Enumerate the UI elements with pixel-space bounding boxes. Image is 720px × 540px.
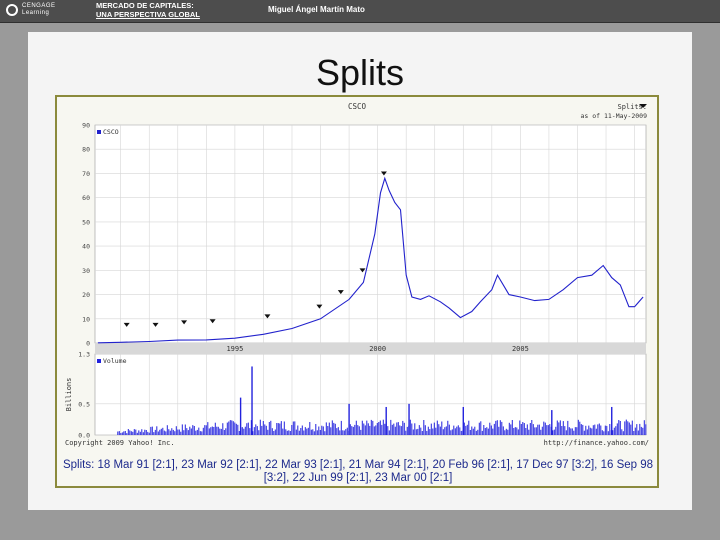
price-y-tick-label: 70	[82, 170, 90, 178]
price-y-tick-label: 20	[82, 291, 90, 299]
price-y-tick-label: 0	[86, 340, 90, 348]
source-url: http://finance.yahoo.com/	[544, 439, 649, 447]
x-tick-label: 1995	[226, 345, 243, 353]
slide-title: Splits	[315, 52, 405, 93]
splits-caption: Splits: 18 Mar 91 [2:1], 23 Mar 92 [2:1]…	[62, 459, 654, 484]
logo-line-2: Learning	[22, 10, 50, 16]
price-y-tick-label: 80	[82, 146, 90, 154]
chart-panel: CSCO Splits: as of 11-May-2009 90 80 70 60 50 40…	[55, 95, 659, 488]
author-name: Miguel Ángel Martín Mato	[268, 5, 365, 14]
as-of-date: as of 11-May-2009	[580, 112, 647, 120]
publisher-logo: CENGAGE Learning	[6, 3, 86, 19]
volume-y-axis-label: Billions	[65, 378, 73, 412]
price-y-tick-label: 10	[82, 315, 90, 323]
volume-y-tick-label: 0.5	[78, 400, 90, 408]
price-legend-swatch	[97, 130, 101, 134]
stock-chart: CSCO Splits:as of 11-May-2009908070605040…	[65, 102, 649, 447]
volume-y-tick-label: 1.3	[78, 351, 90, 359]
price-y-tick-label: 90	[82, 122, 90, 130]
book-title: MERCADO DE CAPITALES: UNA PERSPECTIVA GL…	[96, 1, 206, 20]
x-tick-label: 2005	[512, 345, 529, 353]
volume-legend-label: Volume	[103, 357, 127, 365]
price-y-tick-label: 40	[82, 243, 90, 251]
header-bar: CENGAGE Learning MERCADO DE CAPITALES: U…	[0, 0, 720, 23]
logo-line-1: CENGAGE	[22, 3, 56, 9]
chart-title: CSCO	[348, 102, 367, 111]
price-y-tick-label: 50	[82, 218, 90, 226]
copyright-text: Copyright 2009 Yahoo! Inc.	[65, 439, 175, 447]
price-y-tick-label: 30	[82, 267, 90, 275]
price-y-tick-label: 60	[82, 194, 90, 202]
publisher-logo-icon	[6, 4, 18, 16]
price-legend-label: CSCO	[103, 128, 119, 136]
x-tick-label: 2000	[369, 345, 386, 353]
volume-legend-swatch	[97, 359, 101, 363]
book-title-line-2: UNA PERSPECTIVA GLOBAL	[96, 9, 200, 19]
